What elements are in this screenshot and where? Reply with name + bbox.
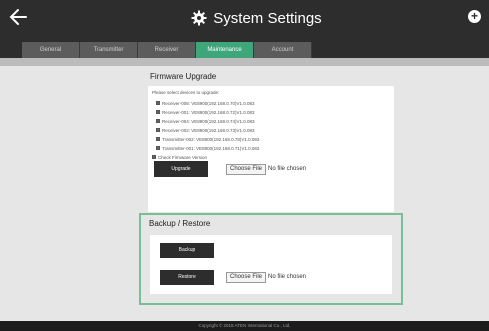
title-bar: System Settings + <box>0 0 489 36</box>
restore-no-file-label: No file chosen <box>268 274 307 280</box>
copyright-text: Copyright © 2018 ATEN International Co.,… <box>198 323 291 328</box>
check-version-label: Check Firmware Version <box>158 154 208 160</box>
backup-restore-panel: Backup Restore Choose File No file chose… <box>150 235 392 294</box>
gear-icon <box>191 10 207 26</box>
device-label: Transmitter-002: VE8900(192.168.0.78)V1.… <box>162 136 260 142</box>
restore-button[interactable]: Restore <box>160 270 214 285</box>
page-title: System Settings <box>213 9 322 27</box>
tab-maintenance[interactable]: Maintenance <box>196 42 254 58</box>
device-row[interactable]: Receiver-004: VE8900(192.168.0.74)V1.0.0… <box>156 118 255 124</box>
footer: Copyright © 2018 ATEN International Co.,… <box>0 321 489 331</box>
device-row[interactable]: Receiver-008: VE8900(192.168.0.70)V1.0.0… <box>156 100 255 106</box>
tab-general[interactable]: General <box>22 42 80 58</box>
firmware-upgrade-title: Firmware Upgrade <box>150 72 217 81</box>
backup-restore-title: Backup / Restore <box>149 219 211 228</box>
content-edge <box>0 58 489 66</box>
device-label: Receiver-008: VE8900(192.168.0.70)V1.0.0… <box>162 100 255 106</box>
firmware-no-file-label: No file chosen <box>268 166 307 172</box>
checkbox[interactable] <box>156 128 160 132</box>
select-devices-prompt: Please select devices to upgrade: <box>152 90 220 95</box>
tab-transmitter[interactable]: Transmitter <box>80 42 138 58</box>
title-group: System Settings <box>0 0 489 36</box>
restore-choose-file-button[interactable]: Choose File <box>226 272 267 283</box>
firmware-choose-file-button[interactable]: Choose File <box>226 164 267 175</box>
tab-bar: General Transmitter Receiver Maintenance… <box>0 36 489 58</box>
backup-button[interactable]: Backup <box>160 243 214 258</box>
plus-circle-icon[interactable]: + <box>468 10 481 23</box>
device-label: Receiver-002: VE8900(192.168.0.73)V1.0.0… <box>162 127 255 133</box>
firmware-upgrade-panel: Please select devices to upgrade: Receiv… <box>148 86 394 212</box>
checkbox[interactable] <box>156 110 160 114</box>
device-row[interactable]: Receiver-002: VE8900(192.168.0.73)V1.0.0… <box>156 127 255 133</box>
checkbox[interactable] <box>156 137 160 141</box>
device-label: Receiver-004: VE8900(192.168.0.74)V1.0.0… <box>162 118 255 124</box>
checkbox[interactable] <box>156 101 160 105</box>
check-version-checkbox[interactable] <box>152 155 156 159</box>
tab-receiver[interactable]: Receiver <box>138 42 196 58</box>
device-label: Receiver-001: VE8900(192.168.0.72)V1.0.0… <box>162 109 255 115</box>
checkbox[interactable] <box>156 146 160 150</box>
device-row[interactable]: Transmitter-001: VE8900(192.168.0.71)V1.… <box>156 145 259 151</box>
device-row[interactable]: Transmitter-002: VE8900(192.168.0.78)V1.… <box>156 136 259 142</box>
upgrade-button[interactable]: Upgrade <box>154 161 208 177</box>
tab-account[interactable]: Account <box>254 42 312 58</box>
checkbox[interactable] <box>156 119 160 123</box>
device-label: Transmitter-001: VE8900(192.168.0.71)V1.… <box>162 145 260 151</box>
device-row[interactable]: Receiver-001: VE8900(192.168.0.72)V1.0.0… <box>156 109 255 115</box>
check-version-row[interactable]: Check Firmware Version <box>152 154 207 160</box>
